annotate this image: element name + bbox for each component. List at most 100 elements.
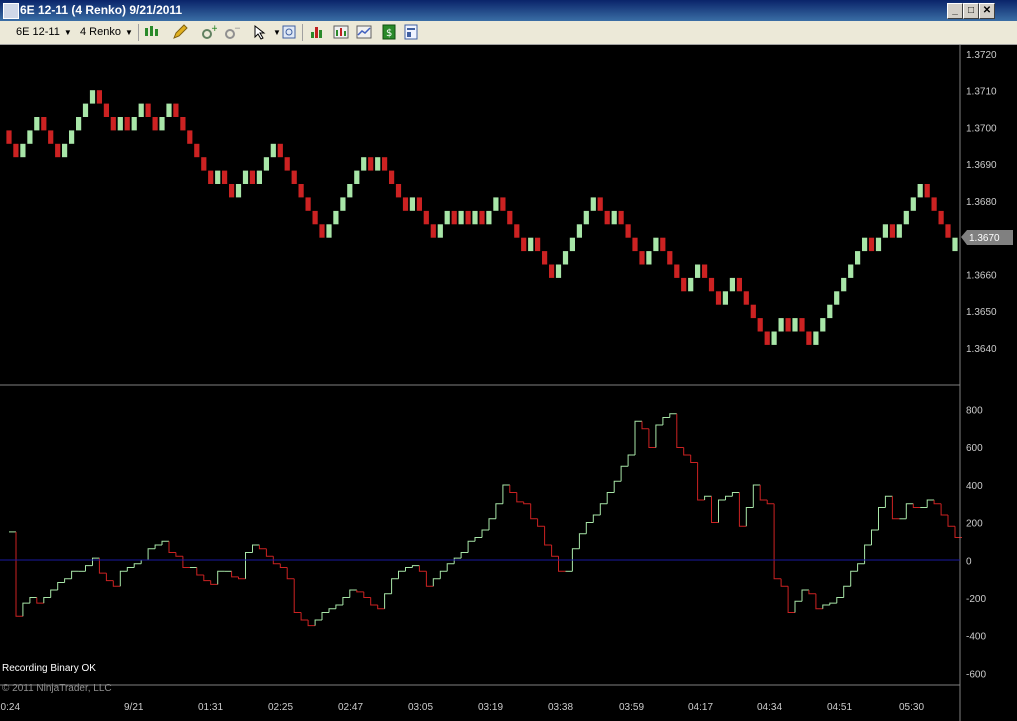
- period-selector[interactable]: 4 Renko ▼: [80, 26, 133, 38]
- instrument-selector[interactable]: 6E 12-11 ▼: [16, 26, 72, 38]
- time-tick-label: 03:19: [478, 702, 503, 713]
- renko-brick-down: [152, 117, 158, 131]
- renko-brick-up: [117, 117, 123, 131]
- renko-brick-down: [799, 318, 805, 332]
- renko-brick-down: [514, 224, 520, 238]
- price-tick-label: 1.3690: [966, 160, 997, 171]
- renko-brick-down: [41, 117, 47, 131]
- renko-brick-down: [451, 210, 457, 225]
- renko-brick-down: [924, 184, 930, 198]
- renko-brick-down: [389, 170, 395, 184]
- renko-brick-up: [138, 103, 144, 117]
- strategies-icon[interactable]: [309, 24, 325, 40]
- renko-brick-down: [305, 197, 311, 211]
- renko-brick-down: [229, 184, 235, 198]
- renko-brick-down: [277, 143, 283, 158]
- dollar-icon[interactable]: $: [381, 24, 397, 40]
- renko-brick-up: [166, 103, 172, 117]
- chevron-down-icon: ▼: [124, 28, 133, 37]
- properties-icon[interactable]: [403, 24, 419, 40]
- renko-brick-down: [145, 103, 151, 117]
- time-tick-label: 04:51: [827, 702, 852, 713]
- renko-brick-up: [333, 210, 339, 225]
- renko-brick-up: [375, 157, 381, 171]
- minimize-button[interactable]: _: [947, 3, 963, 19]
- renko-brick-up: [528, 237, 534, 252]
- renko-brick-down: [750, 304, 756, 319]
- renko-brick-down: [736, 277, 742, 292]
- renko-brick-down: [6, 130, 12, 144]
- svg-text:+: +: [211, 24, 217, 34]
- drawing-tool-icon[interactable]: [172, 24, 188, 40]
- renko-brick-up: [242, 170, 249, 184]
- indicator-tick-label: 400: [966, 481, 983, 492]
- renko-brick-down: [124, 117, 130, 131]
- renko-brick-down: [180, 117, 186, 131]
- renko-brick-down: [173, 103, 179, 117]
- renko-brick-up: [952, 237, 958, 252]
- price-tick-label: 1.3680: [966, 197, 997, 208]
- renko-brick-up: [910, 197, 916, 211]
- zoom-out-icon[interactable]: −: [224, 24, 240, 40]
- renko-brick-down: [298, 184, 304, 198]
- toolbar-divider: [138, 24, 139, 41]
- renko-brick-down: [667, 251, 673, 265]
- renko-brick-up: [409, 197, 415, 211]
- indicator-tick-label: -200: [966, 594, 986, 605]
- window-title: 6E 12-11 (4 Renko) 9/21/2011: [20, 3, 183, 17]
- chart-area[interactable]: 1.3720 1.3710 1.3700 1.3690 1.3680 1.366…: [0, 45, 1017, 721]
- toolbar: 6E 12-11 ▼ 4 Renko ▼ + − ▼ $: [0, 21, 1017, 45]
- price-tick-label: 1.3660: [966, 270, 997, 281]
- renko-brick-up: [862, 237, 868, 252]
- renko-brick-down: [208, 170, 214, 184]
- data-box-icon[interactable]: [281, 24, 297, 40]
- renko-brick-down: [743, 291, 749, 305]
- instrument-label: 6E 12-11: [16, 26, 60, 38]
- renko-brick-down: [48, 130, 54, 144]
- renko-brick-down: [395, 184, 402, 198]
- chart-style-icon[interactable]: [143, 24, 159, 40]
- indicator-tick-label: 800: [966, 406, 983, 417]
- renko-brick-up: [82, 103, 89, 117]
- close-button[interactable]: ✕: [979, 3, 995, 19]
- renko-brick-down: [194, 143, 200, 158]
- renko-brick-down: [222, 170, 228, 184]
- renko-brick-up: [590, 197, 596, 211]
- indicator-tick-label: 200: [966, 519, 983, 530]
- renko-brick-down: [708, 277, 715, 292]
- cursor-icon[interactable]: [252, 24, 268, 40]
- renko-brick-down: [945, 224, 951, 238]
- renko-brick-down: [660, 237, 666, 252]
- line-chart-icon[interactable]: [356, 24, 372, 40]
- renko-brick-up: [729, 277, 735, 292]
- svg-text:−: −: [234, 24, 240, 34]
- renko-brick-up: [583, 210, 589, 225]
- renko-brick-down: [549, 264, 555, 278]
- period-label: 4 Renko: [80, 26, 121, 38]
- renko-brick-down: [284, 157, 290, 171]
- renko-brick-up: [611, 210, 617, 225]
- renko-brick-up: [722, 291, 728, 305]
- chart-background: [0, 45, 1017, 721]
- renko-brick-up: [882, 224, 888, 238]
- maximize-button[interactable]: □: [963, 3, 979, 19]
- indicator-tick-label: 0: [966, 556, 972, 567]
- renko-brick-up: [820, 318, 826, 332]
- renko-brick-down: [201, 157, 207, 171]
- renko-brick-up: [27, 130, 33, 144]
- time-tick-label: 9/21: [124, 702, 144, 713]
- renko-brick-down: [702, 264, 708, 278]
- renko-brick-down: [674, 264, 680, 278]
- renko-brick-down: [597, 197, 603, 211]
- indicators-icon[interactable]: [333, 24, 349, 40]
- renko-brick-down: [715, 291, 722, 305]
- renko-brick-down: [542, 251, 548, 265]
- renko-brick-up: [493, 197, 499, 211]
- renko-brick-down: [368, 157, 374, 171]
- zoom-in-icon[interactable]: +: [201, 24, 217, 40]
- renko-brick-up: [555, 264, 562, 278]
- status-text: Recording Binary OK: [2, 663, 96, 674]
- renko-brick-down: [806, 331, 812, 345]
- renko-brick-down: [110, 117, 116, 131]
- chevron-down-icon[interactable]: ▼: [273, 28, 281, 37]
